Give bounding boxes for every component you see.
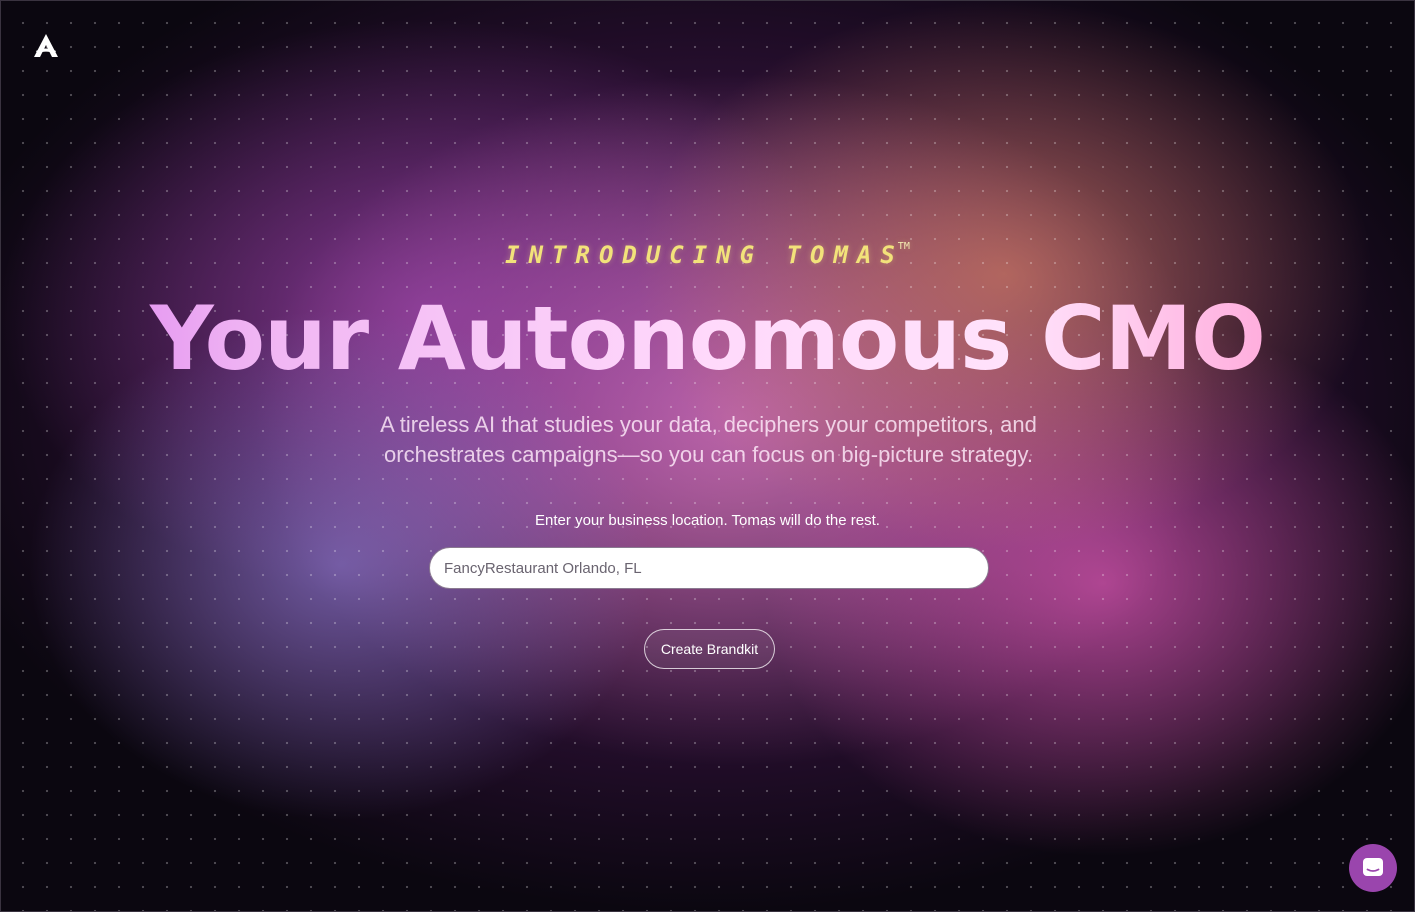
eyebrow-text: INTRODUCING TOMAS — [505, 241, 904, 269]
location-input-wrapper — [429, 547, 989, 589]
location-prompt: Enter your business location. Tomas will… — [535, 512, 880, 529]
landing-page: INTRODUCING TOMASTM Your Autonomous CMO … — [0, 0, 1415, 912]
chat-bubble-icon — [1363, 858, 1383, 876]
hero-subhead: A tireless AI that studies your data, de… — [380, 412, 1037, 467]
chat-launcher-button[interactable] — [1349, 844, 1397, 892]
create-brandkit-button[interactable]: Create Brandkit — [644, 629, 775, 669]
business-location-input[interactable] — [429, 547, 989, 589]
a-triangle-logo-icon[interactable] — [32, 32, 60, 60]
hero-headline: Your Autonomous CMO — [1, 289, 1414, 389]
trademark-mark: TM — [897, 241, 910, 252]
hero-eyebrow: INTRODUCING TOMASTM — [1, 241, 1414, 269]
